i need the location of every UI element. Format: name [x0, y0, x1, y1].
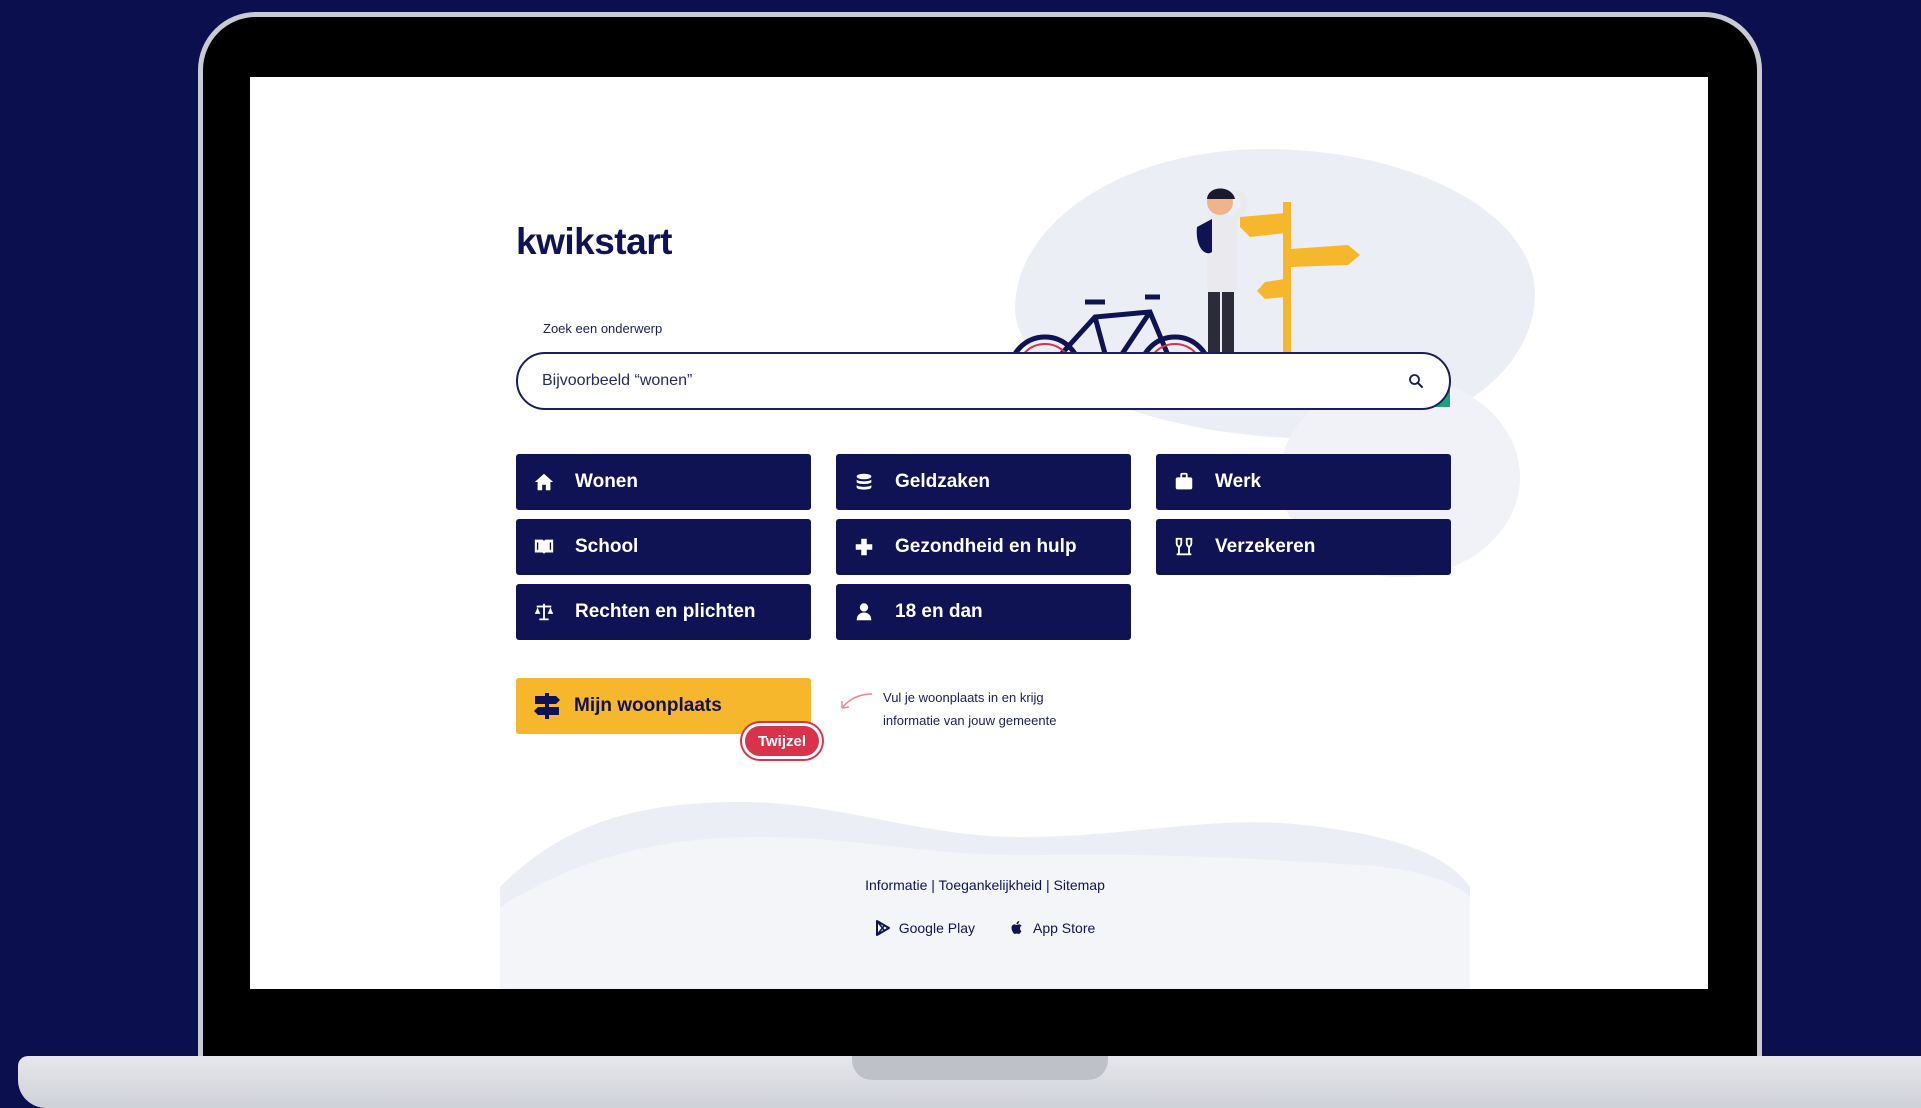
- apple-icon: [1011, 921, 1022, 934]
- footer-background: [500, 802, 1470, 989]
- app-store-label: App Store: [1033, 920, 1096, 936]
- category-label: Werk: [1215, 471, 1262, 492]
- google-play-link[interactable]: Google Play: [875, 920, 975, 936]
- category-werk-button[interactable]: Werk: [1156, 454, 1451, 510]
- category-geldzaken-button[interactable]: Geldzaken: [836, 454, 1131, 510]
- category-wonen-button[interactable]: Wonen: [516, 454, 811, 510]
- location-badge[interactable]: Twijzel: [742, 723, 822, 759]
- category-label: Wonen: [575, 471, 638, 492]
- search-bar[interactable]: [516, 352, 1451, 410]
- search-input[interactable]: [542, 372, 1407, 390]
- book-icon: [532, 535, 556, 559]
- footer-link-sitemap[interactable]: Sitemap: [1054, 877, 1105, 893]
- umbrella-icon: [1172, 535, 1196, 559]
- signpost-icon: [532, 691, 562, 721]
- category-label: 18 en dan: [895, 601, 983, 622]
- scale-icon: [532, 600, 556, 624]
- category-18-en-dan-button[interactable]: 18 en dan: [836, 584, 1131, 640]
- footer-link-toegankelijkheid[interactable]: Toegankelijkheid: [939, 877, 1043, 893]
- footer-separator: |: [1045, 877, 1050, 893]
- hint-arrow-icon: [841, 693, 873, 709]
- site-logo[interactable]: kwikstart: [516, 221, 672, 263]
- footer-link-informatie[interactable]: Informatie: [865, 877, 927, 893]
- category-label: Gezondheid en hulp: [895, 536, 1077, 557]
- plus-icon: [852, 535, 876, 559]
- app-store-links: Google Play App Store: [500, 920, 1470, 936]
- coins-icon: [852, 470, 876, 494]
- category-label: Geldzaken: [895, 471, 991, 492]
- briefcase-icon: [1172, 470, 1196, 494]
- category-label: Rechten en plichten: [575, 601, 756, 622]
- browser-viewport: kwikstart Zoek een onderwerp Wonen Geldz…: [250, 77, 1708, 989]
- category-verzekeren-button[interactable]: Verzekeren: [1156, 519, 1451, 575]
- search-label: Zoek een onderwerp: [543, 321, 663, 336]
- search-icon[interactable]: [1407, 372, 1425, 390]
- google-play-label: Google Play: [898, 920, 975, 936]
- category-rechten-button[interactable]: Rechten en plichten: [516, 584, 811, 640]
- my-location-label: Mijn woonplaats: [574, 695, 722, 716]
- category-label: School: [575, 536, 639, 557]
- footer-separator: |: [931, 877, 935, 893]
- location-hint: Vul je woonplaats in en krijg informatie…: [883, 690, 1057, 728]
- google-play-icon: [875, 920, 890, 936]
- category-label: Verzekeren: [1215, 536, 1316, 557]
- footer-links: Informatie | Toegankelijkheid | Sitemap: [500, 877, 1470, 893]
- laptop-notch: [852, 1056, 1108, 1080]
- person-icon: [852, 600, 876, 624]
- home-icon: [532, 470, 556, 494]
- category-gezondheid-button[interactable]: Gezondheid en hulp: [836, 519, 1131, 575]
- app-store-link[interactable]: App Store: [1009, 920, 1095, 936]
- category-school-button[interactable]: School: [516, 519, 811, 575]
